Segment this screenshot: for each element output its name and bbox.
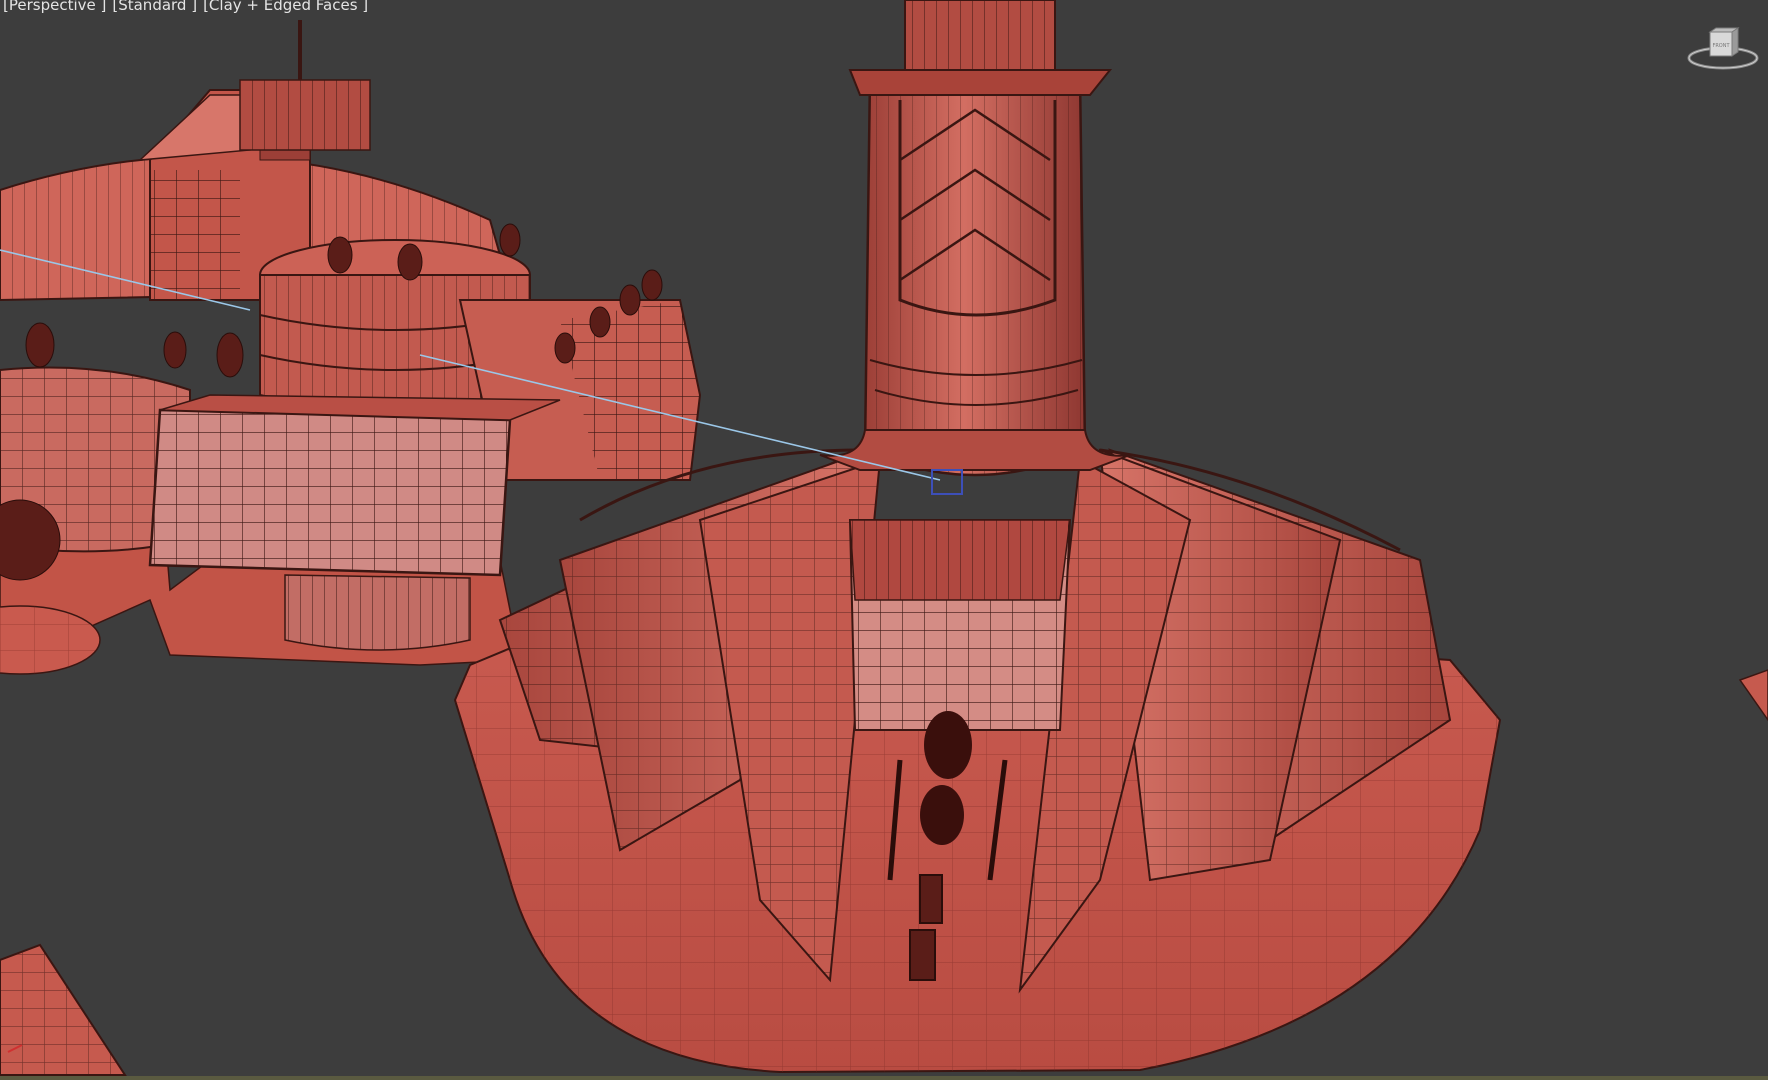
signboard-1: [919, 874, 943, 924]
viewcube-face-label: FRONT: [1712, 43, 1730, 49]
tower-cap: [848, 69, 1113, 96]
viewport-bottom-border: [0, 1076, 1768, 1080]
right-edge-fragment: [1738, 669, 1768, 722]
scene-render[interactable]: [0, 0, 1768, 1080]
signboard-2: [909, 929, 936, 981]
central-tower[interactable]: [453, 0, 1502, 1074]
viewport-label-shading-preset[interactable]: [Standard ]: [112, 0, 197, 14]
viewport-labels: [Perspective ] [Standard ] [Clay + Edged…: [3, 0, 368, 14]
viewport-perspective[interactable]: [Perspective ] [Standard ] [Clay + Edged…: [0, 0, 1768, 1080]
viewcube-icon[interactable]: FRONT: [1686, 22, 1760, 74]
viewport-label-display-mode[interactable]: [Clay + Edged Faces ]: [203, 0, 368, 14]
viewport-label-perspective[interactable]: [Perspective ]: [3, 0, 106, 14]
